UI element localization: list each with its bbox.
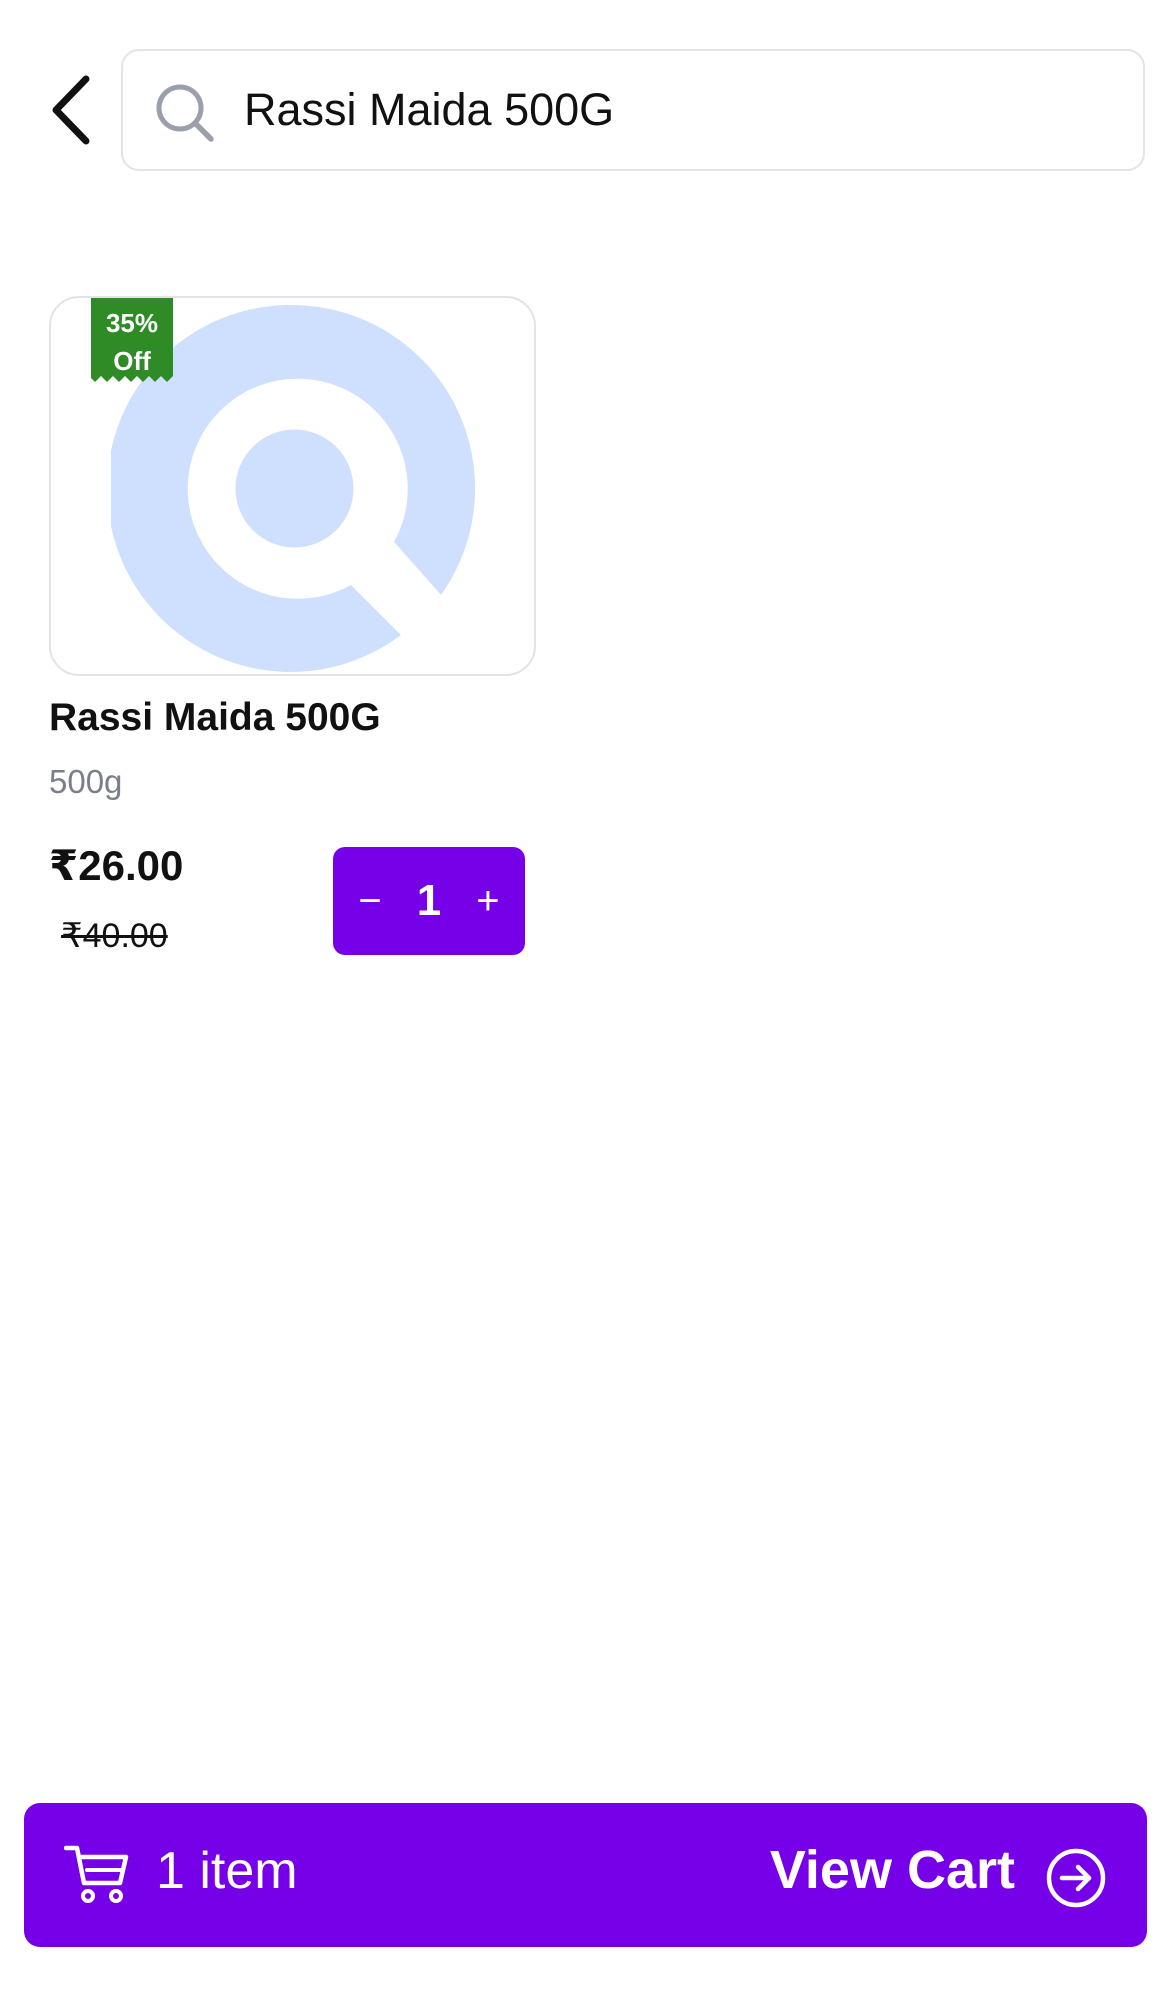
- view-cart-bar[interactable]: 1 item View Cart: [24, 1803, 1147, 1947]
- product-name: Rassi Maida 500G: [49, 696, 381, 739]
- quantity-value: 1: [416, 876, 442, 925]
- cart-item-count: 1 item: [156, 1842, 298, 1900]
- view-cart-label[interactable]: View Cart: [770, 1839, 1015, 1901]
- increment-button[interactable]: +: [463, 866, 513, 936]
- search-input[interactable]: [244, 73, 1104, 147]
- product-image[interactable]: 35% Off: [49, 296, 536, 676]
- cart-icon: [64, 1845, 129, 1903]
- product-card[interactable]: 35% Off Rassi Maida 500G 500g ₹26.00 ₹40…: [49, 296, 539, 976]
- discount-off-label: Off: [113, 346, 151, 376]
- decrement-button[interactable]: −: [345, 866, 395, 936]
- search-icon: [156, 84, 214, 142]
- discount-badge: 35% Off: [91, 304, 173, 380]
- chevron-left-icon: [52, 75, 90, 145]
- product-weight: 500g: [49, 763, 123, 800]
- quantity-stepper[interactable]: − 1 +: [333, 847, 525, 955]
- search-bar[interactable]: [121, 49, 1145, 171]
- arrow-right-circle-icon: [1046, 1848, 1106, 1908]
- discount-percent: 35%: [105, 308, 159, 338]
- back-button[interactable]: [40, 70, 100, 150]
- product-price: ₹26.00: [49, 842, 184, 889]
- product-original-price: ₹40.00: [61, 917, 168, 955]
